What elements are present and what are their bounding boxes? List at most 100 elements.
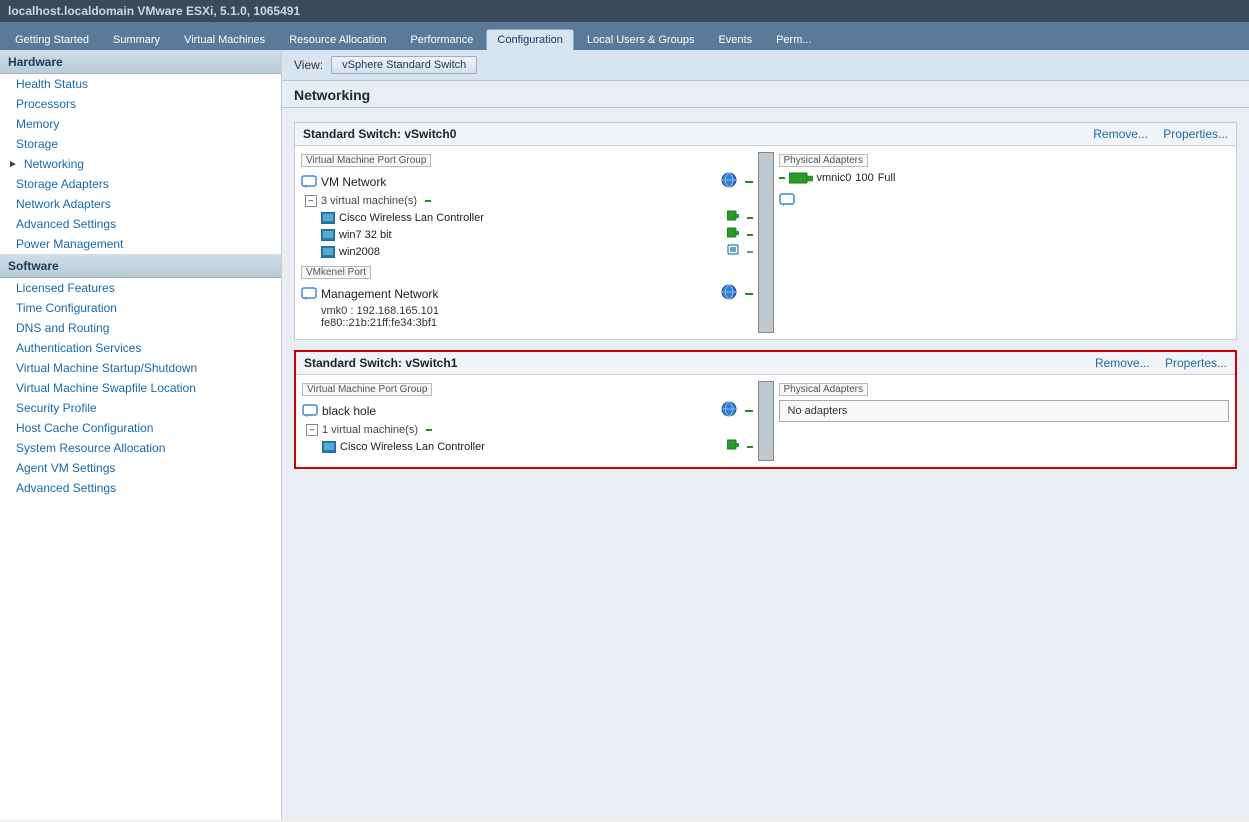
sidebar: Hardware Health Status Processors Memory…: [0, 50, 282, 820]
blackhole-row: black hole: [302, 399, 753, 422]
speech-bubble-icon-area: [779, 193, 1231, 210]
tab-getting-started[interactable]: Getting Started: [4, 29, 100, 50]
licensed-features-label: Licensed Features: [16, 281, 115, 295]
vswitch1-pg-label: Virtual Machine Port Group: [302, 383, 432, 396]
connect-line-nic: [779, 177, 785, 179]
networking-label: Networking: [24, 157, 84, 171]
vm-win2008-label: win2008: [339, 246, 380, 258]
connect-line-bh: [745, 410, 753, 412]
connect-line-win2008: [747, 251, 753, 253]
phys-adapters-label: Physical Adapters: [779, 154, 869, 167]
connect-line-cisco: [747, 217, 753, 219]
vm-network-row: VM Network: [301, 170, 753, 193]
vmk-ip: vmk0 : 192.168.165.101: [301, 305, 753, 317]
sidebar-item-storage-adapters[interactable]: Storage Adapters: [0, 174, 281, 194]
globe-icon: [721, 172, 737, 191]
tab-local-users[interactable]: Local Users & Groups: [576, 29, 706, 50]
processors-label: Processors: [16, 97, 76, 111]
sidebar-item-host-cache[interactable]: Host Cache Configuration: [0, 418, 281, 438]
sidebar-item-licensed-features[interactable]: Licensed Features: [0, 278, 281, 298]
connect-dot-win7: [727, 227, 739, 242]
auth-services-label: Authentication Services: [16, 341, 141, 355]
vm-cisco-label: Cisco Wireless Lan Controller: [339, 212, 484, 224]
sidebar-item-network-adapters[interactable]: Network Adapters: [0, 194, 281, 214]
tab-events[interactable]: Events: [707, 29, 763, 50]
tab-performance[interactable]: Performance: [399, 29, 484, 50]
sidebar-item-processors[interactable]: Processors: [0, 94, 281, 114]
vm-win7-label: win7 32 bit: [339, 229, 392, 241]
view-button[interactable]: vSphere Standard Switch: [331, 56, 477, 74]
no-adapters-text: No adapters: [788, 405, 848, 417]
advanced-settings-sw-label: Advanced Settings: [16, 481, 116, 495]
networking-section-title: Networking: [282, 81, 1249, 108]
tab-bar: Getting Started Summary Virtual Machines…: [0, 22, 1249, 50]
uplink-bar-graphic-1: [758, 381, 774, 461]
networking-arrow-icon: ►: [8, 159, 18, 170]
host-cache-label: Host Cache Configuration: [16, 421, 153, 435]
hardware-section-header: Hardware: [0, 50, 281, 74]
vswitch0-body: Virtual Machine Port Group VM Network: [295, 146, 1236, 339]
sidebar-item-power-management[interactable]: Power Management: [0, 234, 281, 254]
sidebar-item-time-configuration[interactable]: Time Configuration: [0, 298, 281, 318]
tab-permissions[interactable]: Perm...: [765, 29, 822, 50]
connect-line-bh-vms: [426, 429, 432, 431]
collapse-bh-vms-btn[interactable]: −: [306, 424, 318, 436]
tab-summary[interactable]: Summary: [102, 29, 171, 50]
vm-win2008-icon: [321, 246, 335, 258]
connect-line-win7: [747, 234, 753, 236]
vswitch1-portgroup-col: Virtual Machine Port Group black hole: [302, 381, 753, 461]
network-speech-icon: [779, 193, 795, 207]
sidebar-item-system-resource[interactable]: System Resource Allocation: [0, 438, 281, 458]
vmkernel-label: VMkenel Port: [301, 266, 371, 279]
vswitch0-phys-col: Physical Adapters vmnic0 100 Full: [779, 152, 1231, 333]
agent-vm-label: Agent VM Settings: [16, 461, 115, 475]
sidebar-item-security-profile[interactable]: Security Profile: [0, 398, 281, 418]
sidebar-item-agent-vm[interactable]: Agent VM Settings: [0, 458, 281, 478]
vmk-ipv6: fe80::21b:21ff:fe34:3bf1: [301, 317, 753, 329]
connect-line-1: [745, 181, 753, 183]
advanced-settings-hw-label: Advanced Settings: [16, 217, 116, 231]
memory-label: Memory: [16, 117, 59, 131]
sidebar-item-advanced-settings-sw[interactable]: Advanced Settings: [0, 478, 281, 498]
sidebar-item-vm-swapfile[interactable]: Virtual Machine Swapfile Location: [0, 378, 281, 398]
security-profile-label: Security Profile: [16, 401, 97, 415]
vswitch0-container: Standard Switch: vSwitch0 Remove... Prop…: [294, 122, 1237, 340]
vmnic0-icon: [789, 171, 813, 185]
vm-count-label: 3 virtual machine(s): [321, 195, 417, 207]
no-adapters-box: No adapters: [779, 400, 1230, 422]
vm-network-name: VM Network: [321, 175, 386, 189]
vswitch0-remove-link[interactable]: Remove...: [1093, 127, 1148, 141]
storage-label: Storage: [16, 137, 58, 151]
sidebar-item-dns-routing[interactable]: DNS and Routing: [0, 318, 281, 338]
vm-cisco-bh-icon: [322, 441, 336, 453]
vswitch1-remove-link[interactable]: Remove...: [1095, 356, 1150, 370]
vm-cisco-bh-label: Cisco Wireless Lan Controller: [340, 441, 485, 453]
sidebar-item-auth-services[interactable]: Authentication Services: [0, 338, 281, 358]
time-configuration-label: Time Configuration: [16, 301, 117, 315]
sidebar-item-health-status[interactable]: Health Status: [0, 74, 281, 94]
vswitch0-properties-link[interactable]: Properties...: [1163, 127, 1228, 141]
connect-line-cisco-bh: [747, 446, 753, 448]
tab-virtual-machines[interactable]: Virtual Machines: [173, 29, 276, 50]
content-area: View: vSphere Standard Switch Networking…: [282, 50, 1249, 820]
storage-adapters-label: Storage Adapters: [16, 177, 109, 191]
bh-vm-count-row: − 1 virtual machine(s): [302, 422, 753, 438]
collapse-vms-btn[interactable]: −: [305, 195, 317, 207]
vm-swapfile-label: Virtual Machine Swapfile Location: [16, 381, 196, 395]
health-status-label: Health Status: [16, 77, 88, 91]
sidebar-item-networking[interactable]: ► Networking: [0, 154, 281, 174]
view-bar: View: vSphere Standard Switch: [282, 50, 1249, 81]
view-label: View:: [294, 58, 323, 72]
tab-configuration[interactable]: Configuration: [486, 29, 573, 50]
vswitch1-phys-col: Physical Adapters No adapters: [779, 381, 1230, 461]
content-inner: Standard Switch: vSwitch0 Remove... Prop…: [282, 108, 1249, 483]
sidebar-item-vm-startup-shutdown[interactable]: Virtual Machine Startup/Shutdown: [0, 358, 281, 378]
sidebar-item-advanced-settings[interactable]: Advanced Settings: [0, 214, 281, 234]
sidebar-item-storage[interactable]: Storage: [0, 134, 281, 154]
sidebar-item-memory[interactable]: Memory: [0, 114, 281, 134]
connect-line-2: [425, 200, 431, 202]
tab-resource-allocation[interactable]: Resource Allocation: [278, 29, 397, 50]
vm-item-cisco: Cisco Wireless Lan Controller: [301, 209, 753, 226]
dns-routing-label: DNS and Routing: [16, 321, 109, 335]
vswitch1-properties-link[interactable]: Propertes...: [1165, 356, 1227, 370]
